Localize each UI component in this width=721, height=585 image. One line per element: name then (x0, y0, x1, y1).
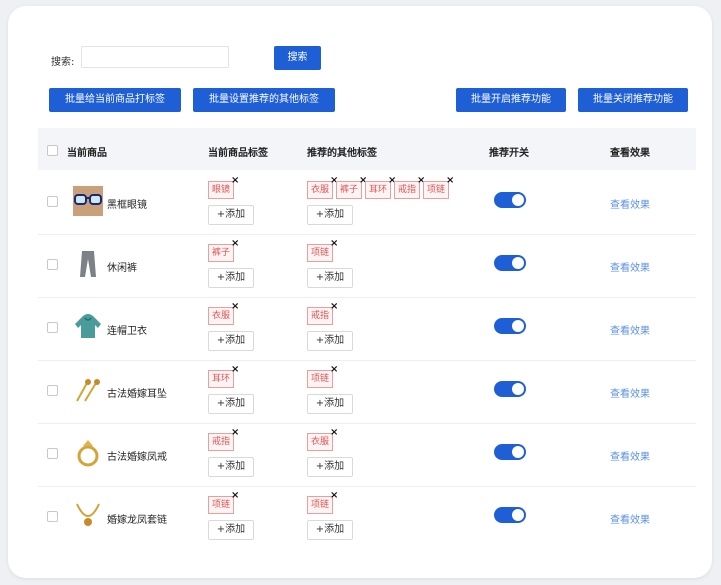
view-effect-link[interactable]: 查看效果 (610, 196, 650, 211)
view-effect-link[interactable]: 查看效果 (610, 322, 650, 337)
header-product: 当前商品 (67, 148, 107, 159)
view-effect-link[interactable]: 查看效果 (610, 448, 650, 463)
toggle-knob (512, 446, 524, 458)
row-checkbox[interactable] (47, 511, 58, 522)
remove-tag-icon[interactable]: × (231, 491, 239, 501)
product-name: 古法婚嫁耳坠 (107, 389, 167, 400)
recommend-toggle[interactable] (494, 444, 526, 460)
header-switch: 推荐开关 (489, 148, 529, 159)
remove-tag-icon[interactable]: × (231, 302, 239, 312)
product-name: 婚嫁龙凤套链 (107, 515, 167, 526)
add-current-tag-button[interactable]: +添加 (208, 268, 254, 288)
toggle-knob (512, 257, 524, 269)
row-checkbox[interactable] (47, 322, 58, 333)
view-effect-link[interactable]: 查看效果 (610, 385, 650, 400)
row-checkbox[interactable] (47, 196, 58, 207)
necklace-icon (72, 500, 104, 532)
search-label: 搜索: (51, 57, 75, 68)
recommend-toggle[interactable] (494, 192, 526, 208)
header-recommended-tags: 推荐的其他标签 (307, 148, 377, 159)
earring-icon (72, 374, 104, 406)
add-current-tag-button[interactable]: +添加 (208, 205, 254, 225)
add-current-tag-button[interactable]: +添加 (208, 394, 254, 414)
batch-set-recommended-button[interactable]: 批量设置推荐的其他标签 (193, 88, 335, 112)
header-view: 查看效果 (610, 148, 650, 159)
recommend-toggle[interactable] (494, 255, 526, 271)
pants-icon (72, 248, 104, 280)
product-name: 连帽卫衣 (107, 326, 147, 337)
search-input[interactable] (81, 46, 229, 68)
view-effect-link[interactable]: 查看效果 (610, 511, 650, 526)
recommend-toggle[interactable] (494, 381, 526, 397)
ring-icon (72, 437, 104, 469)
batch-enable-recommend-button[interactable]: 批量开启推荐功能 (456, 88, 566, 112)
add-current-tag-button[interactable]: +添加 (208, 457, 254, 477)
row-checkbox[interactable] (47, 259, 58, 270)
remove-tag-icon[interactable]: × (231, 176, 239, 186)
add-current-tag-button[interactable]: +添加 (208, 331, 254, 351)
add-recommended-tag-button[interactable]: +添加 (307, 331, 353, 351)
recommend-toggle[interactable] (494, 318, 526, 334)
main-card: 搜索: 搜索 批量给当前商品打标签 批量设置推荐的其他标签 批量开启推荐功能 批… (8, 6, 712, 578)
add-recommended-tag-button[interactable]: +添加 (307, 205, 353, 225)
product-name: 古法婚嫁凤戒 (107, 452, 167, 463)
search-button[interactable]: 搜索 (274, 46, 321, 70)
hoodie-icon (72, 311, 104, 343)
add-recommended-tag-button[interactable]: +添加 (307, 268, 353, 288)
product-name: 黑框眼镜 (107, 200, 147, 211)
row-checkbox[interactable] (47, 385, 58, 396)
remove-tag-icon[interactable]: × (330, 302, 338, 312)
remove-tag-icon[interactable]: × (330, 239, 338, 249)
row-divider (38, 360, 696, 361)
batch-disable-recommend-button[interactable]: 批量关闭推荐功能 (578, 88, 688, 112)
row-divider (38, 297, 696, 298)
remove-tag-icon[interactable]: × (231, 365, 239, 375)
toggle-knob (512, 509, 524, 521)
row-divider (38, 486, 696, 487)
add-recommended-tag-button[interactable]: +添加 (307, 457, 353, 477)
glasses-icon (72, 185, 104, 217)
row-divider (38, 234, 696, 235)
product-name: 休闲裤 (107, 263, 137, 274)
toggle-knob (512, 383, 524, 395)
remove-tag-icon[interactable]: × (231, 428, 239, 438)
row-divider (38, 423, 696, 424)
remove-tag-icon[interactable]: × (330, 365, 338, 375)
add-recommended-tag-button[interactable]: +添加 (307, 520, 353, 540)
toggle-knob (512, 194, 524, 206)
toggle-knob (512, 320, 524, 332)
select-all-checkbox[interactable] (47, 145, 58, 156)
remove-tag-icon[interactable]: × (330, 491, 338, 501)
row-checkbox[interactable] (47, 448, 58, 459)
add-current-tag-button[interactable]: +添加 (208, 520, 254, 540)
remove-tag-icon[interactable]: × (446, 176, 454, 186)
batch-tag-current-button[interactable]: 批量给当前商品打标签 (49, 88, 181, 112)
view-effect-link[interactable]: 查看效果 (610, 259, 650, 274)
remove-tag-icon[interactable]: × (231, 239, 239, 249)
header-current-tags: 当前商品标签 (208, 148, 268, 159)
recommend-toggle[interactable] (494, 507, 526, 523)
remove-tag-icon[interactable]: × (330, 428, 338, 438)
add-recommended-tag-button[interactable]: +添加 (307, 394, 353, 414)
